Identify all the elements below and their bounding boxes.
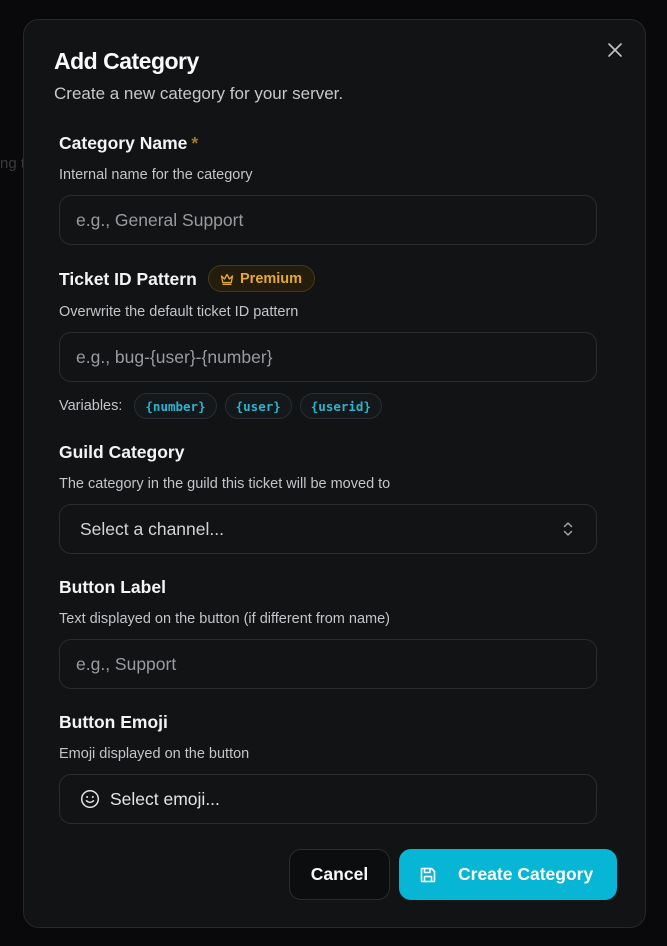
cancel-button[interactable]: Cancel — [289, 849, 390, 900]
variable-chip-user[interactable]: {user} — [224, 393, 292, 419]
category-name-label: Category Name * — [59, 133, 198, 154]
button-emoji-label: Button Emoji — [59, 712, 168, 732]
close-button[interactable] — [605, 40, 625, 60]
variable-chip-number[interactable]: {number} — [134, 393, 217, 419]
premium-badge-label: Premium — [240, 270, 303, 287]
emoji-picker-label: Select emoji... — [110, 788, 220, 809]
category-name-description: Internal name for the category — [59, 167, 253, 183]
button-label-input[interactable]: e.g., Support — [59, 639, 597, 689]
variable-chip-userid[interactable]: {userid} — [299, 393, 382, 419]
guild-category-label: Guild Category — [59, 442, 185, 462]
guild-category-select[interactable]: Select a channel... — [59, 504, 597, 554]
create-category-button[interactable]: Create Category — [399, 849, 617, 900]
button-label-description: Text displayed on the button (if differe… — [59, 611, 390, 627]
background-text: ng t — [0, 155, 26, 172]
ticket-id-pattern-description: Overwrite the default ticket ID pattern — [59, 304, 299, 320]
category-name-label-text: Category Name — [59, 133, 188, 153]
guild-category-description: The category in the guild this ticket wi… — [59, 476, 391, 492]
dialog-subtitle: Create a new category for your server. — [54, 84, 344, 103]
ticket-id-pattern-label: Ticket ID Pattern — [59, 269, 197, 289]
variables-row: Variables: {number} {user} {userid} — [59, 392, 390, 420]
add-category-dialog: Add Category Create a new category for y… — [23, 19, 646, 928]
button-label-label: Button Label — [59, 577, 166, 597]
button-emoji-description: Emoji displayed on the button — [59, 746, 250, 762]
variables-label: Variables: — [59, 398, 123, 414]
close-icon — [608, 43, 622, 57]
guild-category-select-value: Select a channel... — [80, 518, 224, 539]
required-mark: * — [191, 133, 199, 153]
save-icon — [420, 867, 436, 882]
category-name-input[interactable]: e.g., General Support — [59, 195, 597, 245]
create-category-label: Create Category — [458, 864, 594, 884]
ticket-id-pattern-input[interactable]: e.g., bug-{user}-{number} — [59, 332, 597, 382]
crown-icon — [220, 273, 234, 285]
chevrons-up-down-icon — [563, 522, 573, 536]
premium-badge: Premium — [208, 265, 316, 292]
emoji-picker-button[interactable]: Select emoji... — [59, 774, 597, 824]
dialog-title: Add Category — [54, 48, 199, 74]
smile-icon — [80, 789, 100, 809]
